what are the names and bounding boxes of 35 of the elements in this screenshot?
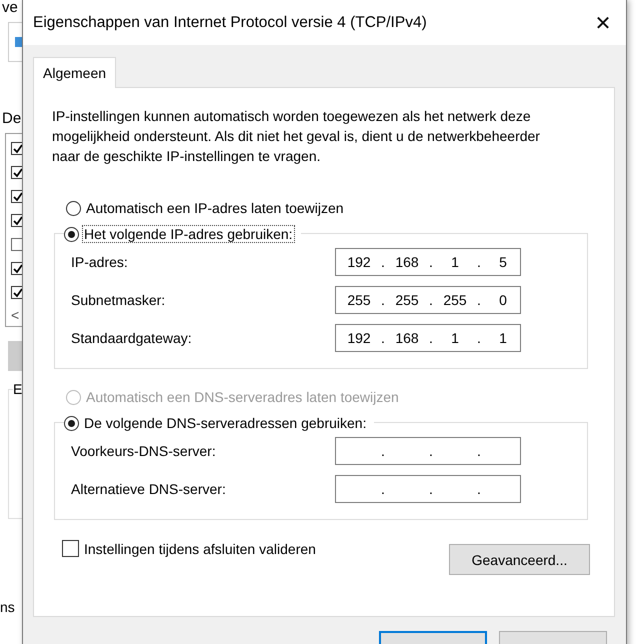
checkbox[interactable] bbox=[11, 142, 22, 155]
footer-text: ns bbox=[0, 599, 16, 615]
radio-label[interactable]: De volgende DNS-serveradressen gebruiken: bbox=[82, 414, 368, 432]
ip-address-field[interactable]: . . . bbox=[335, 437, 521, 465]
tab[interactable]: Algemeen bbox=[33, 57, 116, 88]
ip-address-field[interactable]: 192 . 168 . 1 . 1 bbox=[335, 324, 521, 352]
field-label: Voorkeurs-DNS-server: bbox=[71, 443, 216, 459]
group-label: E bbox=[13, 381, 22, 397]
radio-button[interactable] bbox=[66, 200, 81, 216]
checkbox[interactable] bbox=[11, 190, 22, 203]
checkbox[interactable] bbox=[11, 166, 22, 179]
radio-button[interactable] bbox=[64, 226, 79, 242]
field-label: Subnetmasker: bbox=[71, 292, 166, 308]
radio-label[interactable]: Automatisch een IP-adres laten toewijzen bbox=[84, 199, 346, 217]
description-text: IP-instellingen kunnen automatisch worden toegewezen als het netwerk deze mogelijkheid ondersteunt. Als dit niet het geval is, dient u de netwerkbeheerder naar de geschikte IP-instellingen te vragen. bbox=[52, 107, 541, 166]
field-label: Standaardgateway: bbox=[71, 330, 192, 346]
checkbox[interactable] bbox=[11, 262, 22, 275]
checkbox-label[interactable]: Instellingen tijdens afsluiten valideren bbox=[84, 540, 316, 556]
radio-label[interactable]: Het volgende IP-adres gebruiken: bbox=[82, 225, 295, 243]
close-button[interactable]: ✕ bbox=[580, 0, 626, 45]
field-label: Alternatieve DNS-server: bbox=[71, 481, 226, 497]
ip-address-field[interactable]: 192 . 168 . 1 . 5 bbox=[335, 248, 521, 276]
field-label: IP-adres: bbox=[71, 254, 128, 270]
ip-address-field[interactable]: 255 . 255 . 255 . 0 bbox=[335, 286, 521, 314]
radio-button[interactable] bbox=[64, 416, 79, 430]
ip-address-field[interactable]: . . . bbox=[335, 475, 521, 503]
checkbox[interactable] bbox=[11, 286, 22, 299]
advanced-button[interactable]: Geavanceerd... bbox=[449, 544, 590, 575]
window-title: Eigenschappen van Internet Protocol versie 4 (TCP/IPv4) bbox=[33, 14, 427, 32]
checkbox[interactable] bbox=[11, 214, 22, 227]
list-label: De bbox=[2, 110, 22, 127]
window-title: ve bbox=[2, 0, 19, 16]
scroll-left-arrow[interactable]: < bbox=[11, 308, 22, 322]
checkbox[interactable] bbox=[11, 238, 22, 251]
checkbox[interactable] bbox=[62, 540, 79, 557]
